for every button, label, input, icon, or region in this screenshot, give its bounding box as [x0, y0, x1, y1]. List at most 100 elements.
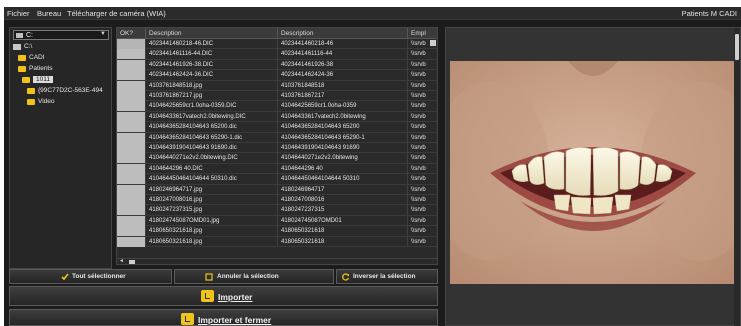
row-checkbox[interactable]	[117, 122, 146, 133]
tree-node-label: Video	[38, 98, 55, 105]
row-description: 41046425659cr1.0oha-0359	[278, 101, 408, 112]
row-location: \\srvb	[408, 174, 437, 184]
row-location: \\srvb	[408, 70, 437, 80]
row-checkbox[interactable]	[117, 184, 146, 195]
row-checkbox[interactable]	[117, 39, 146, 49]
invert-selection-label: Inverser la sélection	[353, 273, 416, 280]
table-row[interactable]: 4023441461926-38.DIC 4023441461926-38 \\sr…	[117, 59, 437, 71]
row-checkbox[interactable]	[117, 80, 146, 91]
row-location: \\srvb	[408, 195, 437, 205]
row-checkbox[interactable]	[117, 195, 146, 205]
row-filename: 4180247237315.jpg	[146, 205, 278, 216]
refresh-icon	[342, 273, 350, 281]
table-row[interactable]: 41046433617vatech2.0bitewing.DIC 41046433…	[117, 111, 437, 123]
chevron-down-icon[interactable]: ▼	[100, 31, 106, 37]
row-checkbox[interactable]	[117, 70, 146, 81]
row-description: 4023441460218-46	[278, 39, 408, 49]
row-checkbox[interactable]	[117, 163, 146, 174]
column-header-description[interactable]: Description	[146, 28, 278, 39]
table-row[interactable]: 4180247237315.jpg 4180247237315 \\srvb	[117, 205, 437, 216]
column-header-description-2[interactable]: Description	[278, 28, 408, 39]
table-row[interactable]: 4023441460218-46.DIC 4023441460218-46 \\sr…	[117, 39, 437, 50]
row-filename: 4023441460218-46.DIC	[146, 39, 278, 49]
import-button[interactable]: Importer	[9, 286, 438, 306]
row-checkbox[interactable]	[117, 59, 146, 70]
table-row[interactable]: 410464365284104643 65200.dic 410464365284…	[117, 122, 437, 133]
table-row[interactable]: 4103761848518.jpg 4103761848518 \\srvb	[117, 80, 437, 91]
row-checkbox[interactable]	[117, 153, 146, 164]
table-row[interactable]: 410464391904104643 91690.dic 410464391904…	[117, 143, 437, 154]
scroll-thumb[interactable]	[129, 260, 135, 264]
table-row[interactable]: 41046440271e2v2.0bitewing.DIC 41046440271…	[117, 153, 437, 164]
menu-bar: Fichier Bureau Télécharger de caméra (WI…	[4, 7, 741, 20]
row-description: 4023441461116-44	[278, 49, 408, 60]
row-description: 4103761867217	[278, 91, 408, 101]
row-location: \\srvb	[408, 205, 437, 215]
row-description: 410464365284104643 65200	[278, 122, 408, 133]
table-row[interactable]: 4180247008016.jpg 4180247008016 \\srvb	[117, 195, 437, 206]
menu-file[interactable]: Fichier	[7, 9, 30, 18]
cancel-selection-button[interactable]: Annuler la sélection	[174, 269, 334, 284]
table-horizontal-scrollbar[interactable]: ◄	[117, 258, 437, 264]
row-filename: 4180247008016.jpg	[146, 195, 278, 205]
table-row[interactable]: 418024745087OMD01.jpg 418024745087OMD01 \\…	[117, 215, 437, 227]
row-filename: 4023441461116-44.DIC	[146, 49, 278, 60]
invert-selection-button[interactable]: Inverser la sélection	[336, 269, 438, 284]
chevron-left-icon[interactable]: ◄	[119, 258, 124, 264]
column-header-location[interactable]: Empl	[408, 28, 437, 39]
row-checkbox[interactable]	[117, 101, 146, 112]
row-checkbox[interactable]	[117, 132, 146, 143]
select-all-button[interactable]: Tout sélectionner	[9, 269, 172, 284]
table-vertical-scroll-thumb[interactable]	[430, 40, 436, 46]
row-checkbox[interactable]	[117, 236, 146, 247]
scroll-thumb[interactable]	[735, 34, 739, 60]
tree-node-label: C:\	[24, 43, 33, 50]
row-location: \\srvb	[408, 185, 437, 195]
table-row[interactable]: 41046425659cr1.0oha-0359.DIC 41046425659c…	[117, 101, 437, 112]
drive-value: C:	[26, 32, 33, 39]
table-row[interactable]: 4103761867217.jpg 4103761867217 \\srvb	[117, 91, 437, 102]
table-row[interactable]: 4180246964717.jpg 4180246964717 \\srvb	[117, 184, 437, 195]
row-checkbox[interactable]	[117, 215, 146, 226]
drive-select[interactable]: C: ▼	[13, 30, 109, 40]
table-row[interactable]: 4023441461116-44.DIC 4023441461116-44 \\sr…	[117, 49, 437, 60]
cancel-selection-label: Annuler la sélection	[217, 273, 279, 280]
menu-desktop[interactable]: Bureau	[37, 9, 61, 18]
row-location: \\srvb	[408, 237, 437, 247]
import-close-icon	[181, 313, 194, 325]
row-filename: 4023441462424-36.DIC	[146, 70, 278, 81]
row-description: 4180246964717	[278, 184, 408, 195]
table-row[interactable]: 4180650321618.jpg 4180650321618 \\srvb	[117, 226, 437, 237]
row-checkbox[interactable]	[117, 91, 146, 101]
row-location: \\srvb	[408, 122, 437, 132]
import-close-button[interactable]: Importer et fermer	[9, 309, 438, 326]
row-checkbox[interactable]	[117, 143, 146, 153]
row-location: \\srvb	[408, 143, 437, 153]
row-description: 4180650321618	[278, 226, 408, 237]
tree-node-label: {99C77D2C-563E-494	[38, 87, 103, 94]
row-checkbox[interactable]	[117, 49, 146, 60]
import-close-label: Importer et fermer	[198, 315, 272, 325]
table-row[interactable]: 4180650321618.jpg 4180650321618 \\srvb	[117, 236, 437, 247]
row-checkbox[interactable]	[117, 226, 146, 237]
drive-icon	[13, 44, 21, 50]
folder-icon	[18, 55, 26, 61]
row-checkbox[interactable]	[117, 111, 146, 122]
row-location: \\srvb	[408, 133, 437, 143]
row-checkbox[interactable]	[117, 205, 146, 216]
table-row[interactable]: 410464365284104643 65290-1.dic 4104643652…	[117, 132, 437, 143]
table-row[interactable]: 4104644296 40.DIC 4104644296 40 \\srvb	[117, 163, 437, 175]
row-location: \\srvb	[408, 216, 437, 226]
table-row[interactable]: 410464450464104644 50310.dic 410464450464…	[117, 174, 437, 185]
column-header-ok[interactable]: OK?	[117, 28, 146, 39]
row-checkbox[interactable]	[117, 174, 146, 185]
import-window: Fichier Bureau Télécharger de caméra (WI…	[4, 7, 741, 326]
preview-vertical-scrollbar[interactable]	[734, 28, 740, 326]
row-description: 410464365284104643 65290-1	[278, 132, 408, 143]
row-filename: 410464365284104643 65200.dic	[146, 122, 278, 133]
table-row[interactable]: 4023441462424-36.DIC 4023441462424-36 \\sr…	[117, 70, 437, 81]
import-label: Importer	[218, 292, 253, 302]
menu-download-camera[interactable]: Télécharger de caméra (WIA)	[67, 9, 166, 18]
cancel-selection-icon	[205, 273, 213, 281]
row-description: 4103761848518	[278, 80, 408, 91]
